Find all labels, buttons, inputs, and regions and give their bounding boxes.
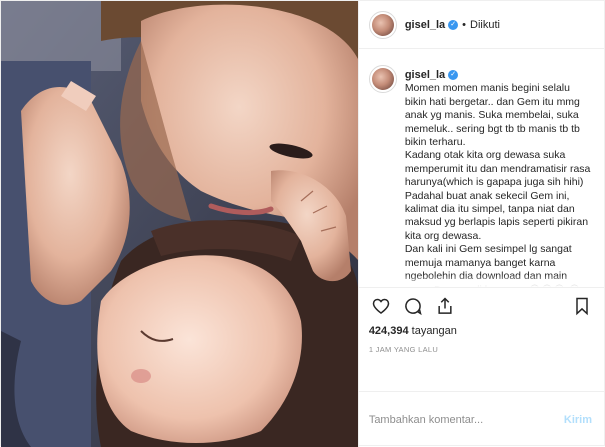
caption-fade xyxy=(358,275,604,287)
post-actions: 424,394 tayangan 1 JAM YANG LALU xyxy=(358,287,604,391)
follow-status-button[interactable]: Diikuti xyxy=(470,19,500,31)
comment-input[interactable] xyxy=(368,413,564,426)
caption-avatar[interactable] xyxy=(368,65,397,93)
views-count[interactable]: 424,394 tayangan xyxy=(369,325,594,337)
post-video-frame xyxy=(1,1,358,447)
action-icons xyxy=(369,288,594,324)
header-separator: • xyxy=(462,18,467,31)
caption-body: gisel_la ✓ Momen momen manis begini selal… xyxy=(405,69,591,287)
caption-row: gisel_la ✓ Momen momen manis begini selal… xyxy=(368,65,594,287)
post-video[interactable] xyxy=(1,1,358,447)
header-username[interactable]: gisel_la xyxy=(405,19,445,31)
caption-area[interactable]: gisel_la ✓ Momen momen manis begini selal… xyxy=(358,49,604,287)
verified-badge-icon: ✓ xyxy=(448,19,459,30)
share-icon[interactable] xyxy=(433,294,457,318)
views-label: tayangan xyxy=(411,325,457,337)
post-timestamp[interactable]: 1 JAM YANG LALU xyxy=(369,345,594,354)
comment-icon[interactable] xyxy=(401,294,425,318)
post-header: gisel_la ✓ • Diikuti xyxy=(358,1,604,49)
views-number: 424,394 xyxy=(368,325,409,337)
heart-icon[interactable] xyxy=(369,294,393,318)
post-sidebar: gisel_la ✓ • Diikuti gisel_la ✓ Momen mom… xyxy=(357,1,604,447)
avatar-image xyxy=(371,13,394,36)
comment-box: Kirim xyxy=(358,391,604,447)
bookmark-icon[interactable] xyxy=(570,294,594,318)
avatar[interactable] xyxy=(368,10,397,39)
caption-verified-badge-icon: ✓ xyxy=(448,70,459,81)
caption-avatar-image xyxy=(371,68,394,90)
post-comment-button[interactable]: Kirim xyxy=(564,414,592,426)
instagram-post: gisel_la ✓ • Diikuti gisel_la ✓ Momen mom… xyxy=(0,0,605,447)
caption-text: Momen momen manis begini selalu bikin ha… xyxy=(404,82,591,287)
caption-username[interactable]: gisel_la xyxy=(405,69,445,81)
